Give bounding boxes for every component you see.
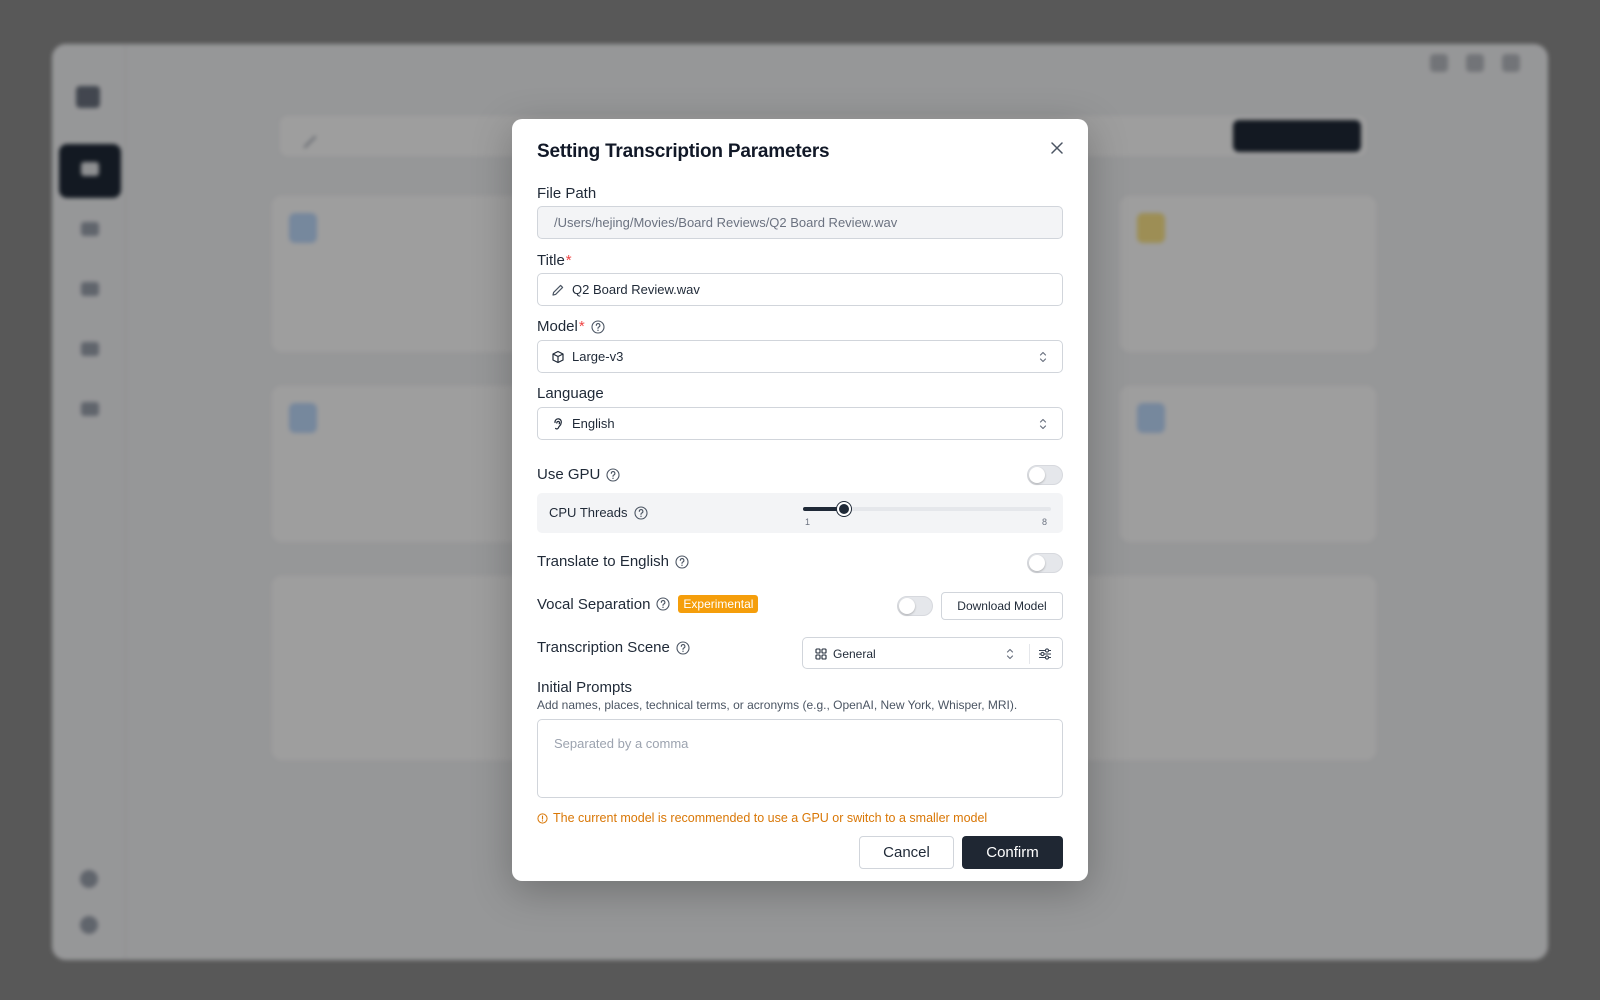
translate-toggle[interactable] bbox=[1027, 553, 1063, 573]
gpu-warning-text: The current model is recommended to use … bbox=[553, 811, 988, 825]
model-select[interactable]: Large-v3 bbox=[537, 340, 1063, 373]
use-gpu-toggle[interactable] bbox=[1027, 465, 1063, 485]
initial-prompts-label: Initial Prompts bbox=[537, 679, 633, 696]
info-icon bbox=[537, 812, 548, 824]
help-icon[interactable] bbox=[606, 467, 620, 482]
help-icon[interactable] bbox=[675, 554, 689, 569]
file-path-label: File Path bbox=[537, 185, 597, 202]
experimental-badge: Experimental bbox=[678, 595, 759, 613]
cpu-threads-label: CPU Threads bbox=[549, 505, 648, 520]
transcription-scene-select[interactable]: General bbox=[802, 637, 1063, 669]
scene-value-wrap: General bbox=[815, 647, 876, 661]
chevron-updown-icon bbox=[1039, 351, 1047, 363]
help-icon[interactable] bbox=[676, 640, 690, 655]
cpu-threads-slider[interactable]: 1 8 bbox=[803, 502, 1051, 529]
ear-icon bbox=[554, 417, 562, 429]
language-value: English bbox=[572, 416, 615, 431]
title-input[interactable]: Q2 Board Review.wav bbox=[537, 273, 1063, 306]
scene-value: General bbox=[833, 647, 876, 661]
title-label: Title * bbox=[537, 252, 572, 269]
transcription-settings-dialog: Setting Transcription Parameters File Pa… bbox=[512, 119, 1088, 881]
divider bbox=[1029, 644, 1030, 664]
dialog-title: Setting Transcription Parameters bbox=[537, 141, 830, 162]
slider-max-label: 8 bbox=[1041, 517, 1047, 527]
vocal-separation-toggle[interactable] bbox=[897, 596, 933, 616]
file-path-field: /Users/hejing/Movies/Board Reviews/Q2 Bo… bbox=[537, 206, 1063, 239]
help-icon[interactable] bbox=[591, 319, 605, 334]
slider-thumb[interactable] bbox=[837, 502, 852, 516]
cpu-threads-row: CPU Threads 1 8 bbox=[537, 493, 1063, 533]
chevron-updown-icon bbox=[1006, 648, 1014, 660]
chevron-updown-icon bbox=[1039, 418, 1047, 430]
pencil-icon bbox=[552, 284, 564, 296]
language-label: Language bbox=[537, 385, 604, 402]
initial-prompts-textarea[interactable]: Separated by a comma bbox=[537, 719, 1063, 798]
translate-label: Translate to English bbox=[537, 553, 689, 570]
download-model-button[interactable]: Download Model bbox=[941, 592, 1063, 620]
required-mark: * bbox=[565, 252, 572, 269]
title-value: Q2 Board Review.wav bbox=[572, 282, 700, 297]
close-button[interactable] bbox=[1046, 137, 1068, 159]
help-icon[interactable] bbox=[656, 597, 670, 611]
confirm-button[interactable]: Confirm bbox=[962, 836, 1063, 869]
slider-min-label: 1 bbox=[805, 517, 811, 527]
help-icon[interactable] bbox=[633, 505, 648, 520]
model-label: Model * bbox=[537, 318, 605, 335]
sliders-settings-icon[interactable] bbox=[1037, 646, 1053, 662]
language-select[interactable]: English bbox=[537, 407, 1063, 440]
gpu-warning: The current model is recommended to use … bbox=[537, 811, 987, 825]
initial-prompts-placeholder: Separated by a comma bbox=[554, 736, 689, 751]
vocal-separation-label: Vocal Separation Experimental bbox=[537, 595, 759, 613]
grid-icon bbox=[815, 648, 827, 660]
model-value: Large-v3 bbox=[572, 349, 624, 364]
cube-icon bbox=[552, 350, 564, 363]
transcription-scene-label: Transcription Scene bbox=[537, 639, 690, 656]
close-icon bbox=[1051, 142, 1063, 154]
initial-prompts-hint: Add names, places, technical terms, or a… bbox=[537, 698, 1018, 712]
file-path-value: /Users/hejing/Movies/Board Reviews/Q2 Bo… bbox=[554, 215, 898, 230]
required-mark: * bbox=[578, 318, 585, 335]
use-gpu-label: Use GPU bbox=[537, 466, 620, 483]
cancel-button[interactable]: Cancel bbox=[859, 836, 954, 869]
